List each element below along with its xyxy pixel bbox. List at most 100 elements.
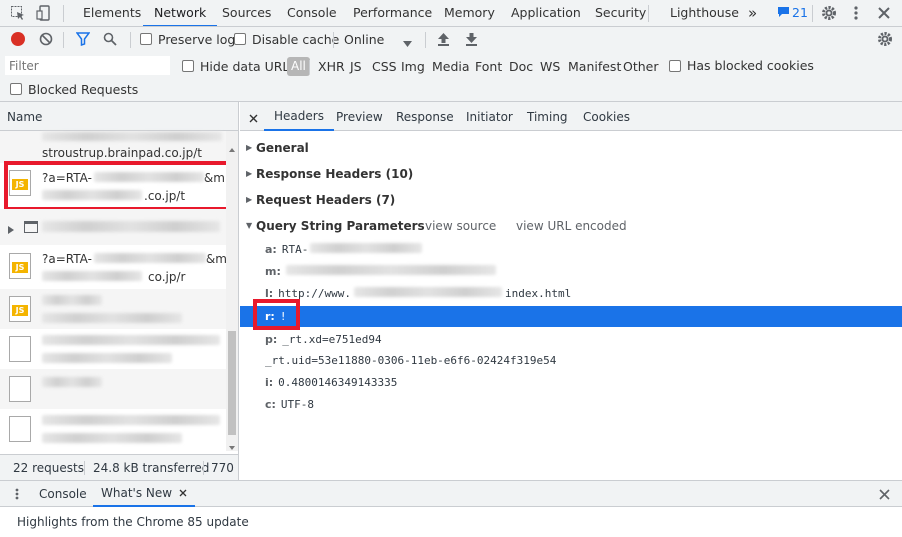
clear-icon[interactable] bbox=[39, 32, 53, 46]
param-row: p: _rt.xd=e751ed94 bbox=[265, 333, 382, 346]
request-row[interactable] bbox=[0, 409, 226, 449]
tab-timing[interactable]: Timing bbox=[527, 110, 568, 124]
section-response-headers[interactable]: ▶ Response Headers (10) bbox=[240, 166, 902, 184]
close-drawer-icon[interactable] bbox=[879, 489, 890, 500]
blocked-requests-checkbox[interactable] bbox=[10, 83, 22, 95]
filter-type-ws[interactable]: WS bbox=[540, 59, 560, 74]
filter-type-js[interactable]: JS bbox=[350, 59, 362, 74]
tab-security[interactable]: Security bbox=[595, 0, 646, 27]
expand-triangle-icon[interactable] bbox=[8, 223, 14, 234]
filter-type-other[interactable]: Other bbox=[623, 59, 659, 74]
kebab-menu-icon[interactable] bbox=[852, 5, 860, 21]
filter-type-xhr[interactable]: XHR bbox=[318, 59, 345, 74]
filter-type-doc[interactable]: Doc bbox=[509, 59, 533, 74]
scrollbar-thumb[interactable] bbox=[228, 331, 236, 435]
filter-icon[interactable] bbox=[75, 32, 91, 47]
request-row[interactable] bbox=[0, 369, 226, 409]
expanded-triangle-icon: ▼ bbox=[246, 221, 253, 230]
tab-cookies[interactable]: Cookies bbox=[583, 110, 630, 124]
request-row[interactable]: JS bbox=[0, 289, 226, 329]
param-key: a: bbox=[265, 243, 277, 256]
request-row[interactable]: JS ?a=RTA- &m= co.jp/r bbox=[0, 245, 237, 289]
request-url: stroustrup.brainpad.co.jp/t bbox=[42, 146, 202, 160]
view-source-link[interactable]: view source bbox=[425, 219, 496, 233]
filter-type-media[interactable]: Media bbox=[432, 59, 470, 74]
detail-tabbar: Headers Preview Response Initiator Timin… bbox=[240, 102, 902, 131]
inspect-element-icon[interactable] bbox=[10, 5, 26, 21]
tab-network[interactable]: Network bbox=[143, 0, 218, 27]
file-icon bbox=[9, 416, 31, 442]
disable-cache-checkbox[interactable] bbox=[234, 33, 246, 45]
request-row[interactable]: stroustrup.brainpad.co.jp/t bbox=[0, 131, 226, 163]
filter-type-font[interactable]: Font bbox=[475, 59, 502, 74]
tab-elements[interactable]: Elements bbox=[83, 0, 141, 27]
filter-type-css[interactable]: CSS bbox=[372, 59, 397, 74]
import-har-icon[interactable] bbox=[437, 32, 450, 46]
tab-sources[interactable]: Sources bbox=[222, 0, 271, 27]
request-row[interactable] bbox=[0, 209, 226, 245]
param-value: 0.4800146349143335 bbox=[278, 376, 398, 389]
tab-performance[interactable]: Performance bbox=[353, 0, 432, 27]
view-url-encoded-link[interactable]: view URL encoded bbox=[516, 219, 627, 233]
name-column-header[interactable]: Name bbox=[0, 102, 238, 131]
param-row: l: http://www. index.html bbox=[265, 287, 571, 300]
disable-cache-label[interactable]: Disable cache bbox=[252, 32, 339, 47]
search-icon[interactable] bbox=[103, 32, 117, 46]
issues-icon[interactable] bbox=[777, 6, 790, 18]
has-blocked-cookies-checkbox[interactable] bbox=[669, 60, 681, 72]
export-har-icon[interactable] bbox=[465, 32, 478, 46]
blurred-text bbox=[42, 313, 182, 323]
has-blocked-cookies-label[interactable]: Has blocked cookies bbox=[687, 58, 814, 73]
issues-count[interactable]: 21 bbox=[792, 0, 808, 27]
chevron-down-icon[interactable] bbox=[403, 36, 412, 47]
blurred-text bbox=[42, 433, 182, 443]
tab-initiator[interactable]: Initiator bbox=[466, 110, 513, 124]
section-request-headers[interactable]: ▶ Request Headers (7) bbox=[240, 192, 902, 210]
device-toolbar-icon[interactable] bbox=[36, 5, 52, 21]
section-general[interactable]: ▶ General bbox=[240, 140, 902, 158]
filter-type-all[interactable]: All bbox=[287, 57, 310, 76]
tab-console[interactable]: Console bbox=[287, 0, 337, 27]
hide-data-urls-checkbox[interactable] bbox=[182, 60, 194, 72]
param-value: index.html bbox=[505, 287, 572, 300]
drawer-tab-label: What's New bbox=[101, 486, 173, 500]
resources-size: 770 l bbox=[211, 461, 237, 475]
drawer-tab-console[interactable]: Console bbox=[39, 487, 87, 501]
scroll-up-icon[interactable] bbox=[229, 141, 235, 152]
tab-headers[interactable]: Headers bbox=[264, 102, 334, 131]
blurred-text bbox=[42, 377, 102, 387]
filter-input[interactable] bbox=[5, 56, 170, 75]
drawer-menu-icon[interactable] bbox=[15, 488, 19, 500]
close-detail-icon[interactable] bbox=[249, 112, 258, 123]
record-icon[interactable] bbox=[11, 32, 25, 46]
tab-response[interactable]: Response bbox=[396, 110, 454, 124]
close-devtools-icon[interactable] bbox=[877, 6, 891, 20]
tab-preview[interactable]: Preview bbox=[336, 110, 383, 124]
section-query-string-parameters[interactable]: ▼ Query String Parameters view source vi… bbox=[240, 218, 902, 236]
param-value: RTA- bbox=[281, 243, 309, 256]
blurred-text bbox=[354, 287, 503, 297]
settings-gear-icon[interactable] bbox=[821, 5, 837, 21]
filter-type-manifest[interactable]: Manifest bbox=[568, 59, 621, 74]
request-list-scrollbar[interactable] bbox=[226, 131, 238, 451]
param-value: _rt.uid=53e11880-0306-11eb-e6f6-02424f31… bbox=[265, 354, 557, 367]
tab-application[interactable]: Application bbox=[511, 0, 581, 27]
more-tabs-icon[interactable]: » bbox=[748, 0, 757, 27]
param-row-selected[interactable]: r:! bbox=[240, 306, 902, 327]
hide-data-urls-label[interactable]: Hide data URLs bbox=[200, 59, 296, 74]
tab-memory[interactable]: Memory bbox=[444, 0, 495, 27]
section-title: Query String Parameters bbox=[256, 219, 425, 233]
close-tab-icon[interactable] bbox=[179, 481, 187, 497]
filter-type-img[interactable]: Img bbox=[401, 59, 425, 74]
tab-lighthouse[interactable]: Lighthouse bbox=[670, 0, 739, 27]
throttling-select[interactable]: Online bbox=[344, 32, 384, 47]
preserve-log-checkbox[interactable] bbox=[140, 33, 152, 45]
drawer-tab-whats-new[interactable]: What's New bbox=[93, 481, 195, 507]
param-row: i: 0.4800146349143335 bbox=[265, 376, 397, 389]
request-row[interactable] bbox=[0, 329, 226, 369]
blurred-text bbox=[42, 353, 172, 363]
network-settings-gear-icon[interactable] bbox=[877, 31, 893, 47]
blocked-requests-label[interactable]: Blocked Requests bbox=[28, 82, 138, 97]
preserve-log-label[interactable]: Preserve log bbox=[158, 32, 235, 47]
scroll-down-icon[interactable] bbox=[229, 439, 235, 450]
